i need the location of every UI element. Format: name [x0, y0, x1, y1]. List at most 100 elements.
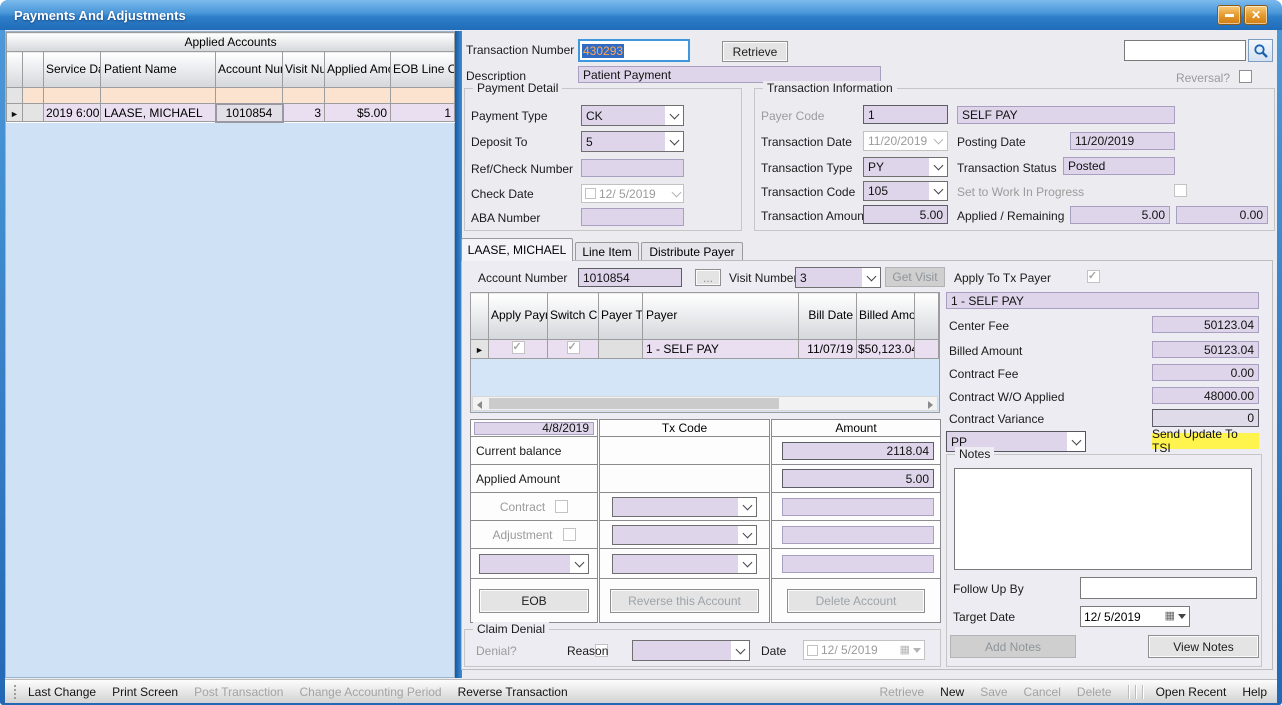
column-header-apply-payment-to[interactable]: Apply Payment To [489, 293, 548, 340]
reverse-account-button[interactable]: Reverse this Account [610, 589, 759, 613]
tx-code-header: Tx Code [599, 420, 771, 437]
statusbar-print-screen[interactable]: Print Screen [112, 685, 178, 699]
payer-to-bill-cell[interactable] [599, 340, 643, 359]
ref-check-number-input[interactable] [581, 159, 684, 177]
transaction-amount-field[interactable]: 5.00 [863, 205, 948, 224]
statusbar-new[interactable]: New [940, 685, 964, 699]
row-indicator-header [7, 52, 23, 88]
visit-number-select[interactable]: 3 [795, 267, 881, 288]
chevron-down-icon [933, 161, 943, 171]
denial-reason-select[interactable] [632, 640, 750, 661]
applied-account-row[interactable]: ► 2019 6:00:00 LAASE, MICHAEL 1010854 3 … [7, 104, 455, 122]
deposit-to-select[interactable]: 5 [581, 131, 684, 152]
transaction-status-field: Posted [1063, 157, 1175, 175]
cell-visit-number: 3 [283, 104, 325, 122]
follow-up-by-input[interactable] [1080, 577, 1257, 599]
view-notes-button[interactable]: View Notes [1148, 635, 1259, 658]
close-button[interactable]: ✕ [1244, 5, 1268, 25]
contract-txcode-select[interactable] [612, 497, 757, 517]
statusbar-reverse-transaction[interactable]: Reverse Transaction [458, 685, 568, 699]
gripper-icon [13, 684, 18, 700]
adjustment-amount-input[interactable] [782, 526, 934, 544]
reversal-checkbox[interactable] [1239, 70, 1252, 83]
eob-button[interactable]: EOB [479, 589, 589, 613]
column-header-switch-current-payer[interactable]: Switch Current Payer [548, 293, 599, 340]
transaction-amount-label: Transaction Amount [761, 209, 867, 223]
minimize-button[interactable] [1217, 5, 1241, 25]
statusbar-change-accounting-period[interactable]: Change Accounting Period [299, 685, 441, 699]
filter-row[interactable] [7, 88, 455, 104]
scrollbar-thumb[interactable] [489, 398, 779, 409]
transaction-number-input[interactable]: 430293 [578, 39, 690, 62]
applied-amount-field[interactable]: 5.00 [782, 469, 934, 488]
scroll-right-icon[interactable] [928, 401, 933, 409]
target-date-picker[interactable]: 12/ 5/2019 ▦ [1080, 606, 1190, 627]
tab-line-item[interactable]: Line Item [575, 242, 639, 261]
column-header-account-number[interactable]: Account Number [216, 52, 283, 88]
statusbar-open-recent[interactable]: Open Recent [1156, 685, 1227, 699]
adjustment-checkbox[interactable] [563, 528, 576, 541]
tab-patient[interactable]: LAASE, MICHAEL [461, 238, 573, 261]
transaction-date-label: Transaction Date [761, 135, 852, 149]
delete-account-button[interactable]: Delete Account [787, 589, 925, 613]
statusbar-retrieve[interactable]: Retrieve [879, 685, 924, 699]
center-fee-label: Center Fee [949, 319, 1009, 333]
column-header-payer-to-bill[interactable]: Payer To Bill [599, 293, 643, 340]
check-date-checkbox[interactable] [585, 188, 596, 199]
column-header-applied-amount[interactable]: Applied Amount [325, 52, 391, 88]
denial-label: Denial? [476, 644, 517, 658]
extra-amount-input[interactable] [782, 555, 934, 573]
statusbar-delete[interactable]: Delete [1077, 685, 1112, 699]
browse-accounts-button[interactable]: ... [695, 269, 721, 286]
posting-date-field: 11/20/2019 [1070, 132, 1175, 150]
check-date-picker[interactable]: 12/ 5/2019 [581, 184, 684, 203]
cell-eob-line-order: 1 [391, 104, 455, 122]
statusbar-help[interactable]: Help [1242, 685, 1267, 699]
column-header-service-date[interactable]: Service Date [44, 52, 101, 88]
transaction-code-select[interactable]: 105 [863, 181, 948, 201]
column-header-visit-number[interactable]: Visit Number [283, 52, 325, 88]
retrieve-button[interactable]: Retrieve [722, 41, 788, 62]
payment-detail-title: Payment Detail [473, 81, 562, 95]
transaction-type-select[interactable]: PY [863, 157, 948, 177]
tab-distribute-payer[interactable]: Distribute Payer [641, 242, 743, 261]
follow-up-by-label: Follow Up By [953, 582, 1024, 596]
extra-type-select[interactable] [479, 554, 589, 574]
adjustment-txcode-select[interactable] [612, 525, 757, 545]
applied-accounts-title: Applied Accounts [7, 33, 455, 52]
column-header-bill-date[interactable]: Bill Date [799, 293, 857, 340]
search-button[interactable] [1248, 39, 1273, 62]
minimize-icon [1225, 14, 1234, 17]
account-number-label: Account Number [478, 271, 567, 285]
scroll-left-icon[interactable] [477, 401, 482, 409]
column-header-patient-name[interactable]: Patient Name [101, 52, 216, 88]
send-update-tsi-button[interactable]: Send Update To TSI [1152, 433, 1259, 449]
column-header-payer[interactable]: Payer [643, 293, 799, 340]
column-header-eob-line-order[interactable]: EOB Line Order [391, 52, 455, 88]
statusbar-last-change[interactable]: Last Change [28, 685, 96, 699]
get-visit-button[interactable]: Get Visit [885, 267, 945, 287]
payer-code-field[interactable]: 1 [863, 105, 948, 124]
target-date-label: Target Date [953, 610, 1015, 624]
statusbar-cancel[interactable]: Cancel [1024, 685, 1061, 699]
contract-checkbox[interactable] [555, 500, 568, 513]
statusbar-save[interactable]: Save [980, 685, 1007, 699]
payer-grid-hscrollbar[interactable] [472, 396, 938, 411]
payment-type-select[interactable]: CK [581, 105, 684, 126]
account-number-input[interactable]: 1010854 [578, 268, 682, 287]
aba-number-input[interactable] [581, 208, 684, 226]
contract-amount-input[interactable] [782, 498, 934, 516]
add-notes-button[interactable]: Add Notes [950, 635, 1076, 658]
payer-row[interactable]: ► 1 - SELF PAY 11/07/19 $50,123.04 [471, 340, 939, 359]
work-in-progress-label: Set to Work In Progress [957, 185, 1084, 199]
apply-payment-to-checkbox[interactable] [512, 341, 525, 354]
search-input[interactable] [1124, 40, 1246, 61]
payer-name-field: SELF PAY [957, 106, 1175, 124]
notes-textarea[interactable] [954, 468, 1252, 570]
column-header-billed-amount[interactable]: Billed Amount [857, 293, 915, 340]
switch-current-payer-checkbox[interactable] [567, 341, 580, 354]
chevron-down-icon [735, 644, 745, 654]
extra-txcode-select[interactable] [612, 554, 757, 574]
statusbar-post-transaction[interactable]: Post Transaction [194, 685, 283, 699]
cell-account-number: 1010854 [216, 104, 283, 122]
